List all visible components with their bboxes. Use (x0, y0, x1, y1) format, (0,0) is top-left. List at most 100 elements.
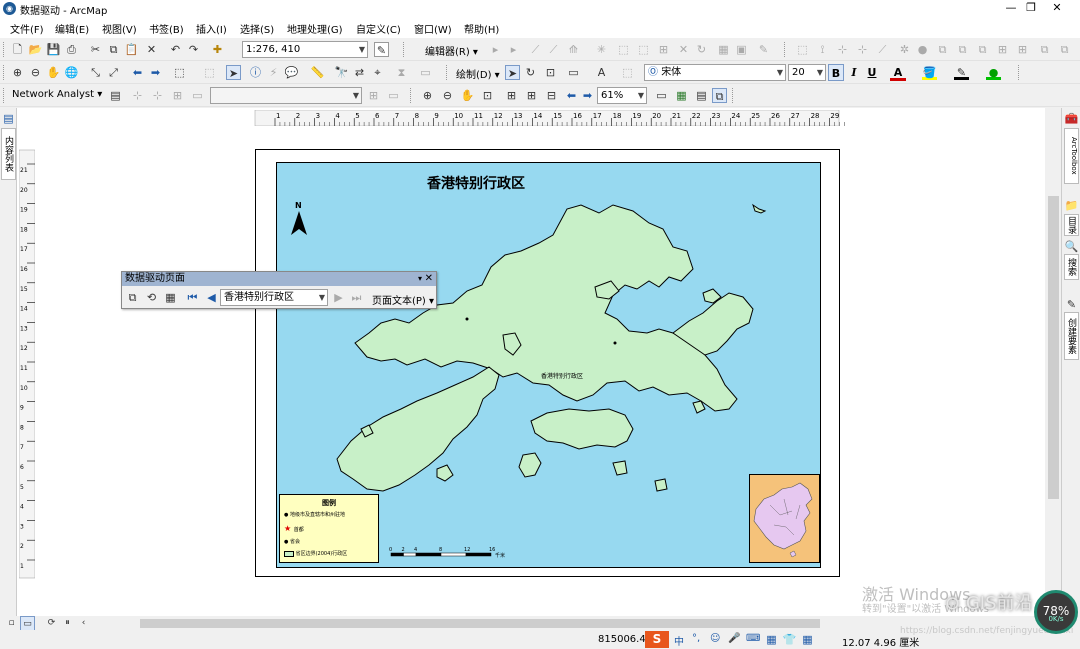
copy-icon[interactable]: ⧉ (106, 42, 121, 57)
menu-windows[interactable]: 窗口(W) (414, 21, 452, 36)
fixed-zoom-out-layout-icon[interactable]: ⊟ (544, 88, 559, 103)
select-features-icon[interactable]: ⬚ (172, 65, 187, 80)
build-icon[interactable]: ⧉ (975, 42, 990, 57)
fixed-zoom-in-icon[interactable]: ⤡ (88, 65, 103, 80)
paste-icon[interactable]: 📋 (124, 42, 139, 57)
menu-view[interactable]: 视图(V) (102, 21, 137, 36)
network-identify-icon[interactable]: ▭ (386, 88, 401, 103)
reshape-icon[interactable]: ⬚ (636, 42, 651, 57)
find-route-icon[interactable]: ⇄ (352, 65, 367, 80)
ddp-setup-icon[interactable]: ⧉ (125, 290, 140, 305)
vertical-scrollbar[interactable] (1045, 108, 1062, 616)
generalize-icon[interactable]: ⊹ (855, 42, 870, 57)
build-network-icon[interactable]: ⊞ (170, 88, 185, 103)
fix-error-icon[interactable]: ✲ (897, 42, 912, 57)
layout-page[interactable]: 香港特别行政区 N 香港特别行政区 图例 ● 地级市及直辖市和州驻地 ★ 首都 … (255, 149, 840, 577)
catalog-tab[interactable]: 目录 (1064, 214, 1079, 236)
editor-toolbar-icon[interactable]: ✎ (374, 42, 389, 57)
underline-button[interactable]: U (864, 64, 880, 81)
create-features-tab[interactable]: 创建要素 (1064, 312, 1079, 360)
measure-icon[interactable]: 📏 (310, 65, 325, 80)
html-popup-icon[interactable]: 💬 (284, 65, 299, 80)
snapping-icon[interactable]: ⬚ (795, 42, 810, 57)
toolbar-grip[interactable] (3, 88, 6, 103)
add-data-icon[interactable]: ✚ (210, 42, 225, 57)
ime-voice-button[interactable]: 🎤 (728, 633, 740, 644)
draw-select-icon[interactable]: ➤ (505, 65, 520, 80)
toolbar-grip[interactable] (3, 42, 6, 57)
toolbar-grip[interactable] (732, 88, 735, 103)
data-view-icon[interactable]: ▫ (4, 616, 19, 631)
layout-zoom-combo[interactable]: 61% ▼ (597, 87, 647, 104)
error-inspector-icon[interactable]: ⧉ (935, 42, 950, 57)
point-icon[interactable]: ✳ (594, 42, 609, 57)
extend-icon[interactable]: ⟋ (875, 42, 890, 57)
rotate-icon[interactable]: ↻ (694, 42, 709, 57)
cogo-report-icon[interactable]: ⧉ (1057, 42, 1072, 57)
toolbar-grip[interactable] (403, 42, 406, 57)
layout-zoom-out-icon[interactable]: ⊖ (440, 88, 455, 103)
attributes-icon[interactable]: ▦ (716, 42, 731, 57)
zoom-whole-page-icon[interactable]: ⊡ (480, 88, 495, 103)
split-icon[interactable]: ✕ (676, 42, 691, 57)
viewer-window-icon[interactable]: ▭ (418, 65, 433, 80)
trace-icon[interactable]: ⟰ (566, 42, 581, 57)
font-size-combo[interactable]: 20 ▼ (788, 64, 826, 81)
hyperlink-icon[interactable]: ⚡ (266, 65, 281, 80)
topology-icon[interactable]: ⟟ (815, 42, 830, 57)
ddp-refresh-icon[interactable]: ⟲ (144, 290, 159, 305)
create-features-icon[interactable]: ✎ (756, 42, 771, 57)
topology-edit-icon[interactable]: ⊞ (1015, 42, 1030, 57)
edit-tool-icon[interactable]: ▸ (488, 42, 503, 57)
sketch-properties-icon[interactable]: ▣ (734, 42, 749, 57)
go-forward-extent-icon[interactable]: ➡ (580, 88, 595, 103)
toolbar-grip[interactable] (446, 65, 449, 80)
last-page-icon[interactable]: ⏭ (349, 290, 364, 305)
ime-punctuation-toggle[interactable]: °, (692, 633, 700, 644)
shared-features-icon[interactable]: ⧉ (955, 42, 970, 57)
toolbar-grip[interactable] (3, 65, 6, 80)
vertical-scroll-thumb[interactable] (1048, 196, 1059, 499)
bold-button[interactable]: B (828, 64, 844, 81)
next-page-icon[interactable]: ▶ (331, 290, 346, 305)
ddp-options-icon[interactable]: ▾ (418, 272, 422, 286)
edit-vertices-draw-icon[interactable]: ⬚ (620, 65, 635, 80)
arctoolbox-tab[interactable]: ArcToolbox (1064, 128, 1079, 184)
search-icon[interactable]: 🔍 (1064, 239, 1079, 254)
search-tab[interactable]: 搜索 (1064, 254, 1079, 280)
undo-icon[interactable]: ↶ (168, 42, 183, 57)
marker-color-icon[interactable]: ● (986, 65, 1001, 80)
menu-bookmarks[interactable]: 书签(B) (149, 21, 184, 36)
back-extent-icon[interactable]: ⬅ (130, 65, 145, 80)
clear-selection-icon[interactable]: ⬚ (202, 65, 217, 80)
forward-extent-icon[interactable]: ➡ (148, 65, 163, 80)
scroll-left-icon[interactable]: ‹ (76, 616, 91, 631)
rotate-element-icon[interactable]: ↻ (523, 65, 538, 80)
table-of-contents-icon[interactable]: ▤ (1, 111, 16, 126)
data-driven-pages-toolbar[interactable]: 数据驱动页面 ▾ ✕ ⧉ ⟲ ▦ ⏮ ◀ 香港特别行政区 ▼ ▶ ⏭ 页面文本(P… (121, 271, 437, 309)
ime-logo-icon[interactable]: S (645, 631, 669, 648)
toggle-draft-mode-icon[interactable]: ▭ (654, 88, 669, 103)
map-legend[interactable]: 图例 ● 地级市及直辖市和州驻地 ★ 首都 ● 省会 省区边界(2004)行政区 (279, 494, 379, 563)
horizontal-scroll-thumb[interactable] (140, 619, 820, 628)
toolbar-grip[interactable] (410, 88, 413, 103)
align-edge-icon[interactable]: ⊹ (835, 42, 850, 57)
layout-view-toggle-icon[interactable]: ▭ (20, 616, 35, 631)
fixed-zoom-in-layout-icon[interactable]: ⊞ (524, 88, 539, 103)
edit-annotation-icon[interactable]: ▸ (506, 42, 521, 57)
menu-insert[interactable]: 插入(I) (196, 21, 227, 36)
table-of-contents-tab[interactable]: 内容列表 (1, 128, 16, 180)
scale-bar[interactable]: 0 2 4 8 12 16千米 (389, 544, 519, 564)
change-layout-icon[interactable]: ▤ (694, 88, 709, 103)
draw-menu[interactable]: 绘制(D) ▾ (456, 66, 500, 81)
zoom-100-icon[interactable]: ⊞ (504, 88, 519, 103)
create-features-dock-icon[interactable]: ✎ (1064, 297, 1079, 312)
directions-icon[interactable]: ▭ (190, 88, 205, 103)
close-button[interactable]: ✕ (1034, 0, 1080, 17)
menu-file[interactable]: 文件(F) (10, 21, 44, 36)
validate-icon[interactable]: ● (915, 42, 930, 57)
cogo-icon[interactable]: ⧉ (1037, 42, 1052, 57)
ddp-table-icon[interactable]: ▦ (163, 290, 178, 305)
font-name-combo[interactable]: Ⓞ 宋体 ▼ (644, 64, 786, 81)
menu-selection[interactable]: 选择(S) (240, 21, 274, 36)
